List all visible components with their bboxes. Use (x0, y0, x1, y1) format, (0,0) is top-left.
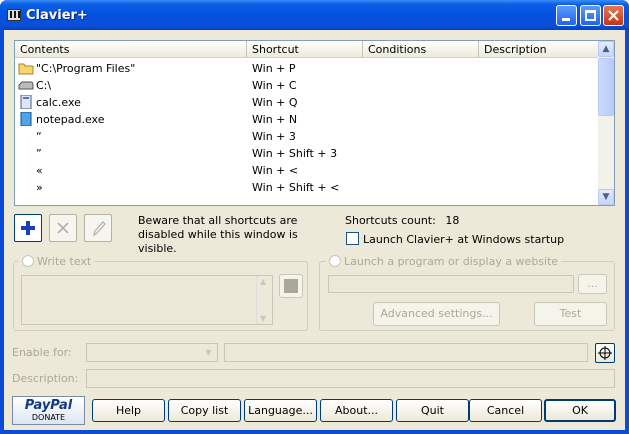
list-item[interactable]: “ Win + 3 (15, 128, 599, 145)
textarea-scrollbar[interactable]: ▲ ▼ (256, 276, 272, 324)
delete-shortcut-button[interactable] (49, 214, 77, 242)
donate-button[interactable]: PayPal DONATE (12, 396, 85, 425)
scroll-up-button[interactable]: ▲ (598, 41, 614, 57)
write-text-legend: Write text (19, 255, 95, 268)
drive-icon (18, 81, 34, 90)
enable-for-label: Enable for: (12, 346, 72, 359)
list-scrollbar[interactable]: ▲ ▼ (598, 41, 614, 205)
launch-command-input[interactable] (328, 275, 574, 293)
description-input[interactable] (86, 369, 615, 388)
pencil-icon (93, 221, 106, 237)
dialog-body: Contents Shortcut Conditions Description… (4, 30, 625, 430)
notepad-icon (20, 112, 32, 126)
list-item[interactable]: notepad.exe Win + N (15, 111, 599, 128)
app-window: Clavier+ Contents Shortcut Conditions De… (0, 0, 629, 434)
square-icon (284, 279, 298, 293)
write-text-textarea[interactable]: ▲ ▼ (21, 275, 273, 325)
maximize-icon (585, 10, 596, 21)
browse-button[interactable]: ... (578, 274, 607, 294)
column-header-description[interactable]: Description (479, 41, 599, 58)
list-item[interactable]: « Win + < (15, 162, 599, 179)
launch-legend: Launch a program or display a website (326, 255, 562, 268)
test-button[interactable]: Test (534, 302, 607, 326)
list-header: Contents Shortcut Conditions Description (15, 41, 599, 58)
plus-icon (21, 221, 35, 235)
startup-checkbox[interactable] (346, 232, 359, 245)
maximize-button[interactable] (580, 5, 601, 26)
startup-checkbox-label: Launch Clavier+ at Windows startup (363, 233, 565, 246)
add-shortcut-button[interactable] (14, 214, 42, 242)
scroll-thumb[interactable] (598, 58, 614, 116)
list-item[interactable]: » Win + Shift + < (15, 179, 599, 196)
scroll-down-icon: ▼ (260, 314, 267, 323)
special-key-button[interactable] (279, 274, 303, 298)
advanced-settings-button[interactable]: Advanced settings... (373, 302, 500, 326)
ok-button[interactable]: OK (544, 399, 616, 422)
scroll-down-button[interactable]: ▼ (598, 189, 614, 205)
scroll-up-icon: ▲ (260, 277, 267, 286)
edit-shortcut-button[interactable] (84, 214, 112, 242)
window-picker-button[interactable] (595, 343, 615, 363)
description-label: Description: (12, 372, 79, 385)
write-text-radio[interactable] (22, 255, 34, 267)
close-icon (608, 10, 619, 21)
copy-list-button[interactable]: Copy list (168, 399, 241, 422)
folder-icon (18, 63, 34, 75)
column-header-contents[interactable]: Contents (15, 41, 247, 58)
list-item[interactable]: "C:\Program Files" Win + P (15, 60, 599, 77)
minimize-icon (562, 18, 570, 21)
disabled-warning-text: Beware that all shortcuts are disabled w… (138, 214, 298, 255)
minimize-button[interactable] (556, 5, 577, 26)
enable-for-input[interactable] (224, 343, 588, 362)
title-bar[interactable]: Clavier+ (0, 0, 629, 30)
shortcuts-list[interactable]: Contents Shortcut Conditions Description… (14, 40, 615, 206)
list-item[interactable]: C:\ Win + C (15, 77, 599, 94)
language-button[interactable]: Language... (244, 399, 317, 422)
column-header-shortcut[interactable]: Shortcut (247, 41, 363, 58)
enable-for-combo[interactable]: ▼ (86, 343, 218, 362)
cancel-button[interactable]: Cancel (469, 399, 542, 422)
exe-icon (20, 95, 32, 109)
crosshair-icon (598, 346, 612, 360)
help-button[interactable]: Help (92, 399, 165, 422)
keyboard-icon (7, 9, 21, 21)
list-item[interactable]: calc.exe Win + Q (15, 94, 599, 111)
about-button[interactable]: About... (320, 399, 393, 422)
quit-button[interactable]: Quit (396, 399, 469, 422)
window-title: Clavier+ (26, 8, 88, 23)
list-item[interactable]: ” Win + Shift + 3 (15, 145, 599, 162)
shortcuts-count: Shortcuts count: 18 (345, 214, 460, 227)
launch-radio[interactable] (329, 255, 341, 267)
paypal-logo: PayPal (24, 398, 73, 413)
chevron-down-icon: ▼ (205, 348, 212, 357)
delete-icon (57, 222, 69, 234)
donate-label: DONATE (31, 413, 66, 422)
column-header-conditions[interactable]: Conditions (363, 41, 479, 58)
close-button[interactable] (603, 5, 624, 26)
